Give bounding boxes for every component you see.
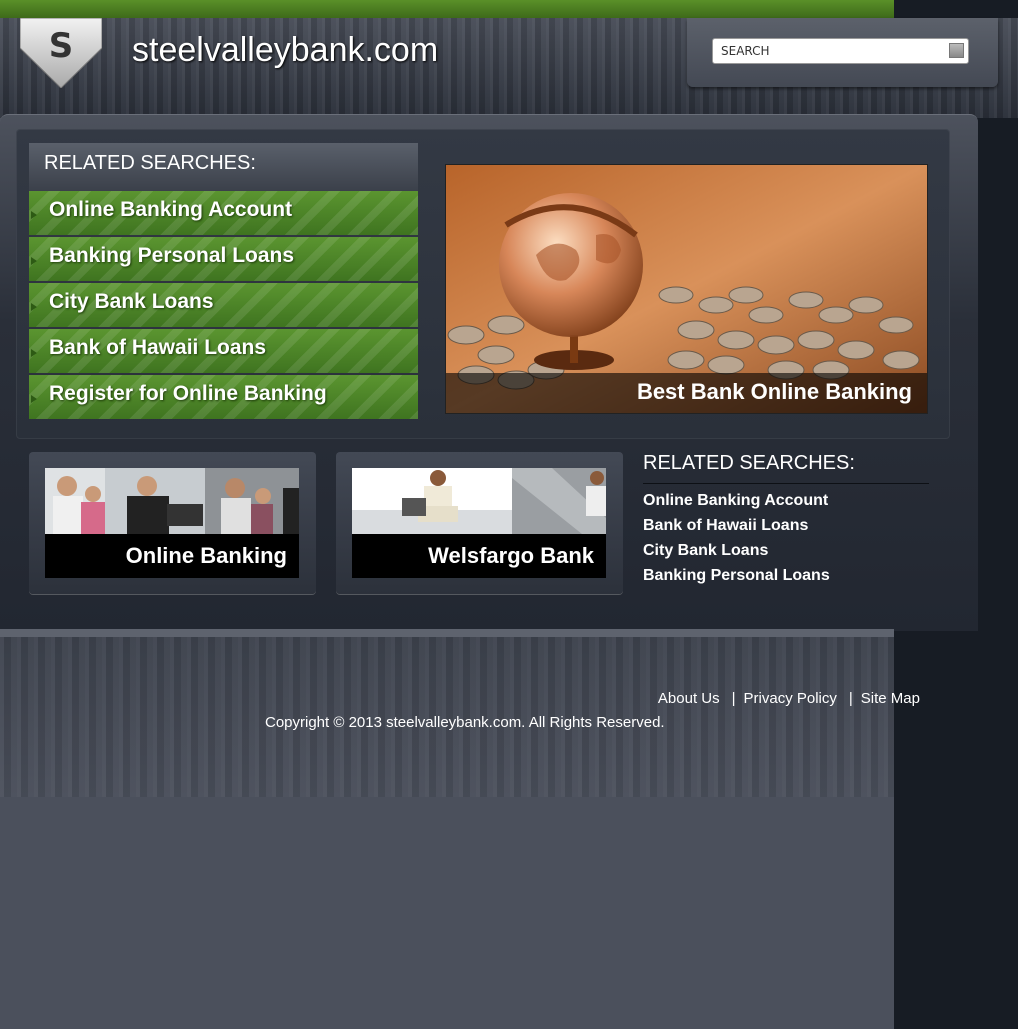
related-search-link[interactable]: Banking Personal Loans bbox=[643, 567, 929, 585]
arrow-icon bbox=[31, 211, 37, 219]
related-search-label: Register for Online Banking bbox=[49, 382, 327, 405]
footer-link-site-map[interactable]: Site Map bbox=[861, 690, 920, 707]
promo-card-welsfargo[interactable]: Welsfargo Bank bbox=[336, 452, 623, 594]
related-search-label: Online Banking Account bbox=[49, 198, 293, 221]
related-search-label: Banking Personal Loans bbox=[49, 244, 295, 267]
copyright-text: Copyright © 2013 steelvalleybank.com. Al… bbox=[265, 714, 665, 731]
footer-separator: | bbox=[731, 690, 736, 707]
related-searches-heading: RELATED SEARCHES: bbox=[29, 143, 418, 191]
related-search-item[interactable]: Banking Personal Loans bbox=[29, 237, 418, 281]
related-search-label: Bank of Hawaii Loans bbox=[49, 336, 267, 359]
related-searches-panel: RELATED SEARCHES: Online Banking Account… bbox=[29, 143, 418, 422]
related-search-item[interactable]: City Bank Loans bbox=[29, 283, 418, 327]
site-title[interactable]: steelvalleybank.com bbox=[132, 31, 438, 70]
footer-links: About Us | Privacy Policy | Site Map bbox=[658, 690, 920, 707]
search-box bbox=[687, 18, 998, 87]
related-search-item[interactable]: Register for Online Banking bbox=[29, 375, 418, 419]
arrow-icon bbox=[31, 395, 37, 403]
related-searches-sidebar: RELATED SEARCHES: Online Banking Account… bbox=[643, 452, 929, 585]
related-search-item[interactable]: Bank of Hawaii Loans bbox=[29, 329, 418, 373]
footer-link-about-us[interactable]: About Us bbox=[658, 690, 720, 707]
woman-laptop-image bbox=[352, 468, 606, 534]
related-search-link[interactable]: Bank of Hawaii Loans bbox=[643, 517, 929, 535]
card-caption: Welsfargo Bank bbox=[352, 534, 606, 578]
promo-card-online-banking[interactable]: Online Banking bbox=[29, 452, 316, 594]
card-caption: Online Banking bbox=[45, 534, 299, 578]
arrow-icon bbox=[31, 349, 37, 357]
related-search-link[interactable]: City Bank Loans bbox=[643, 542, 929, 560]
related-search-item[interactable]: Online Banking Account bbox=[29, 191, 418, 235]
featured-banner[interactable]: Best Bank Online Banking bbox=[445, 164, 928, 414]
footer-separator: | bbox=[848, 690, 853, 707]
business-people-image bbox=[45, 468, 299, 534]
search-icon[interactable] bbox=[949, 43, 964, 58]
related-search-label: City Bank Loans bbox=[49, 290, 214, 313]
footer-link-privacy-policy[interactable]: Privacy Policy bbox=[744, 690, 837, 707]
logo-letter: S bbox=[48, 26, 74, 66]
top-accent-bar bbox=[0, 0, 894, 18]
header: S steelvalleybank.com bbox=[0, 18, 1018, 118]
card-image: Online Banking bbox=[45, 468, 299, 578]
related-searches-sidebar-heading: RELATED SEARCHES: bbox=[643, 452, 929, 484]
search-input[interactable] bbox=[712, 38, 969, 64]
arrow-icon bbox=[31, 303, 37, 311]
arrow-icon bbox=[31, 257, 37, 265]
card-image: Welsfargo Bank bbox=[352, 468, 606, 578]
related-search-link[interactable]: Online Banking Account bbox=[643, 492, 929, 510]
featured-banner-caption: Best Bank Online Banking bbox=[446, 373, 927, 413]
footer: About Us | Privacy Policy | Site Map Copyrig… bbox=[0, 629, 920, 797]
